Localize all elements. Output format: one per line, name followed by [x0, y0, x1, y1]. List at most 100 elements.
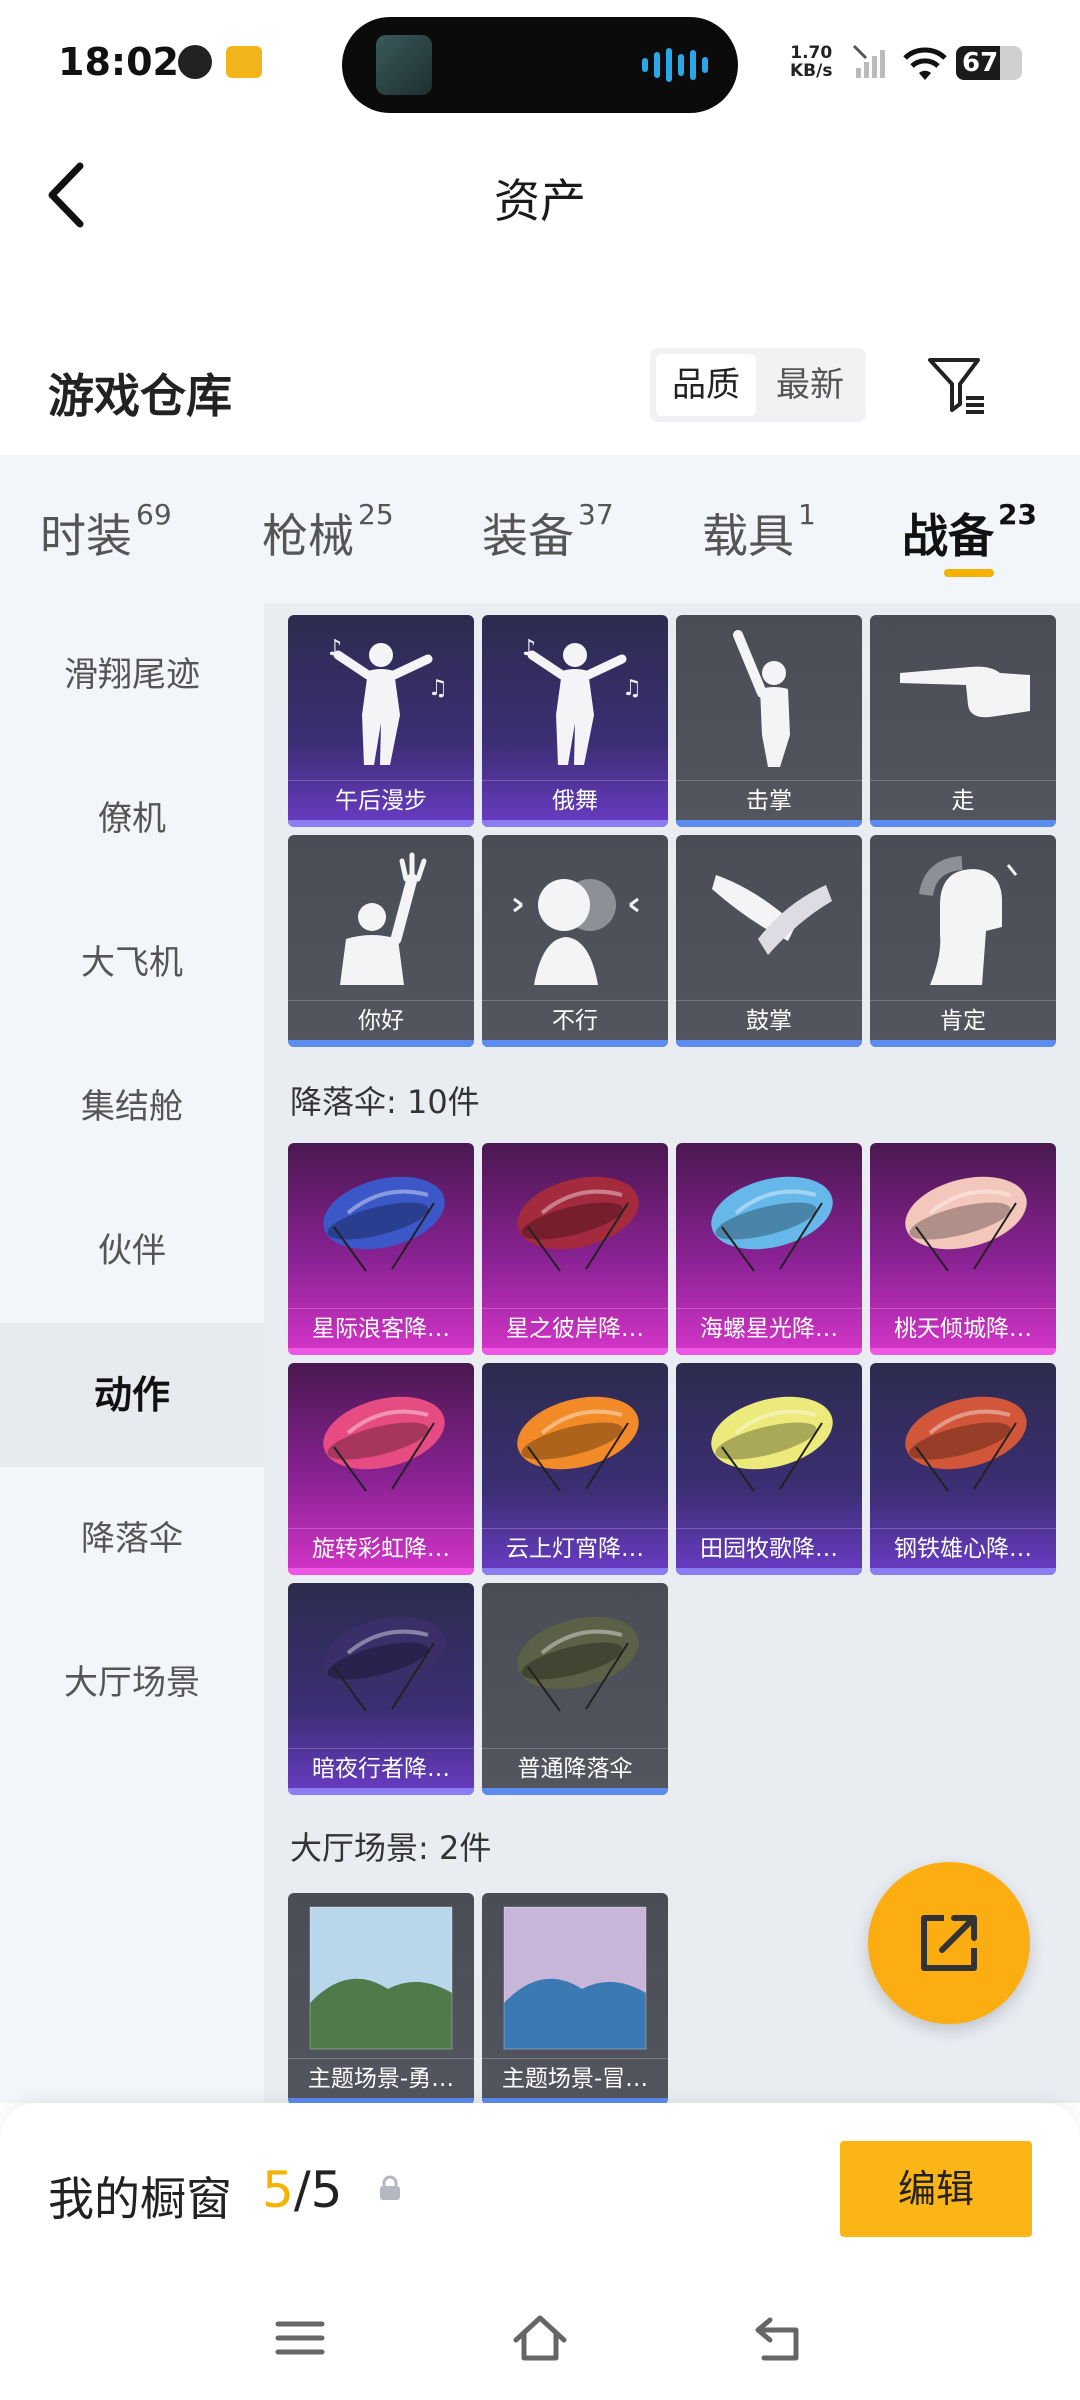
- svg-text:♪: ♪: [522, 636, 536, 661]
- page-title: 资产: [494, 174, 586, 228]
- quality-bar: [870, 820, 1056, 827]
- tab-battle-gear[interactable]: 战备 23: [902, 498, 1037, 566]
- quality-bar: [288, 1568, 474, 1575]
- side-category-item[interactable]: 集结舱: [0, 1035, 264, 1179]
- parachute-card[interactable]: 暗夜行者降…: [288, 1583, 474, 1795]
- item-name: 暗夜行者降…: [288, 1748, 474, 1788]
- item-name: 钢铁雄心降…: [870, 1528, 1056, 1568]
- emote-card[interactable]: ♪ ♫ 俄舞: [482, 615, 668, 827]
- warehouse-header: 游戏仓库 品质 最新: [0, 330, 1080, 455]
- share-export-icon: [921, 1915, 977, 1971]
- side-category-item[interactable]: 大厅场景: [0, 1611, 264, 1755]
- lobby-scene-card[interactable]: 主题场景-勇…: [288, 1893, 474, 2103]
- quality-bar: [482, 1348, 668, 1355]
- tab-vehicles[interactable]: 载具 1: [702, 498, 816, 566]
- filter-icon[interactable]: [924, 352, 988, 416]
- side-category-item[interactable]: 僚机: [0, 747, 264, 891]
- app-notification-icon: [178, 45, 212, 79]
- emote-card[interactable]: 你好: [288, 835, 474, 1047]
- item-name: 击掌: [676, 780, 862, 820]
- item-name: 桃天倾城降…: [870, 1308, 1056, 1348]
- item-artwork: [711, 1176, 833, 1272]
- tab-firearms[interactable]: 枪械 25: [262, 498, 394, 566]
- parachute-card[interactable]: 钢铁雄心降…: [870, 1363, 1056, 1575]
- item-artwork: [517, 1616, 639, 1712]
- parachute-card[interactable]: 云上灯宵降…: [482, 1363, 668, 1575]
- item-name: 星际浪客降…: [288, 1308, 474, 1348]
- sort-quality-option[interactable]: 品质: [656, 354, 756, 416]
- emote-card[interactable]: 不行: [482, 835, 668, 1047]
- item-artwork: [905, 1176, 1027, 1272]
- item-artwork: [711, 1396, 833, 1492]
- raise-hand-figure-icon: [733, 630, 790, 767]
- svg-text:♫: ♫: [428, 676, 448, 701]
- parachute-card[interactable]: 旋转彩虹降…: [288, 1363, 474, 1575]
- clapping-hands-icon: [712, 875, 832, 955]
- parachute-card[interactable]: 普通降落伞: [482, 1583, 668, 1795]
- audio-wave-icon: [642, 47, 708, 83]
- clock: 18:02: [58, 40, 179, 84]
- item-artwork: [323, 1176, 445, 1272]
- quality-bar: [870, 1568, 1056, 1575]
- menu-icon[interactable]: [270, 2308, 330, 2368]
- svg-text:♪: ♪: [328, 636, 342, 661]
- quality-bar: [676, 1040, 862, 1047]
- media-thumbnail: [376, 35, 432, 95]
- share-fab-button[interactable]: [868, 1862, 1030, 2024]
- emote-card[interactable]: 走: [870, 615, 1056, 827]
- item-artwork: [309, 1906, 453, 2050]
- sort-toggle: 品质 最新: [650, 348, 866, 422]
- home-icon[interactable]: [510, 2308, 570, 2368]
- dance-figure-icon: ♪♫: [328, 636, 448, 765]
- side-category-item[interactable]: 降落伞: [0, 1467, 264, 1611]
- back-nav-icon[interactable]: [750, 2308, 810, 2368]
- quality-bar: [288, 820, 474, 827]
- nod-head-icon: [919, 856, 1018, 985]
- wifi-icon: [903, 47, 947, 80]
- sort-newest-option[interactable]: 最新: [760, 354, 860, 416]
- tab-fashion[interactable]: 时装 69: [40, 498, 172, 566]
- showcase-count: 5/5: [262, 2161, 343, 2219]
- item-name: 星之彼岸降…: [482, 1308, 668, 1348]
- emote-card[interactable]: 肯定: [870, 835, 1056, 1047]
- side-category-item[interactable]: 大飞机: [0, 891, 264, 1035]
- shake-head-icon: [513, 879, 639, 985]
- quality-bar: [482, 1788, 668, 1795]
- quality-bar: [676, 1348, 862, 1355]
- pointing-hand-icon: [900, 666, 1030, 718]
- side-category-list: 滑翔尾迹 僚机 大飞机 集结舱 伙伴 动作 降落伞 大厅场景: [0, 603, 264, 2103]
- side-category-item[interactable]: 动作: [0, 1323, 264, 1467]
- tab-equipment[interactable]: 装备 37: [482, 498, 614, 566]
- wave-figure-icon: [340, 852, 427, 985]
- quality-bar: [288, 1788, 474, 1795]
- parachute-card[interactable]: 田园牧歌降…: [676, 1363, 862, 1575]
- item-name: 普通降落伞: [482, 1748, 668, 1788]
- side-category-item[interactable]: 滑翔尾迹: [0, 603, 264, 747]
- lobby-section-title: 大厅场景: 2件: [290, 1829, 492, 1867]
- section-heading: 游戏仓库: [48, 369, 232, 423]
- parachute-card[interactable]: 星之彼岸降…: [482, 1143, 668, 1355]
- emote-card[interactable]: 鼓掌: [676, 835, 862, 1047]
- parachute-card[interactable]: 星际浪客降…: [288, 1143, 474, 1355]
- emote-card[interactable]: ♪ ♫ 午后漫步: [288, 615, 474, 827]
- category-tabs: 时装 69 枪械 25 装备 37 载具 1 战备 23: [0, 455, 1080, 603]
- parachute-card[interactable]: 海螺星光降…: [676, 1143, 862, 1355]
- item-artwork: [323, 1396, 445, 1492]
- item-name: 海螺星光降…: [676, 1308, 862, 1348]
- parachute-section-title: 降落伞: 10件: [290, 1083, 480, 1121]
- side-category-item[interactable]: 伙伴: [0, 1179, 264, 1323]
- item-name: 鼓掌: [676, 1000, 862, 1040]
- lobby-scene-card[interactable]: 主题场景-冒…: [482, 1893, 668, 2103]
- item-artwork: [905, 1396, 1027, 1492]
- item-name: 田园牧歌降…: [676, 1528, 862, 1568]
- item-name: 主题场景-勇…: [288, 2058, 474, 2098]
- parachute-card[interactable]: 桃天倾城降…: [870, 1143, 1056, 1355]
- item-name: 你好: [288, 1000, 474, 1040]
- edit-button[interactable]: 编辑: [840, 2141, 1032, 2237]
- active-tab-indicator: [944, 569, 994, 577]
- emote-card[interactable]: 击掌: [676, 615, 862, 827]
- item-name: 俄舞: [482, 780, 668, 820]
- item-name: 云上灯宵降…: [482, 1528, 668, 1568]
- system-navigation-bar: [0, 2278, 1080, 2400]
- dynamic-island[interactable]: [342, 17, 738, 113]
